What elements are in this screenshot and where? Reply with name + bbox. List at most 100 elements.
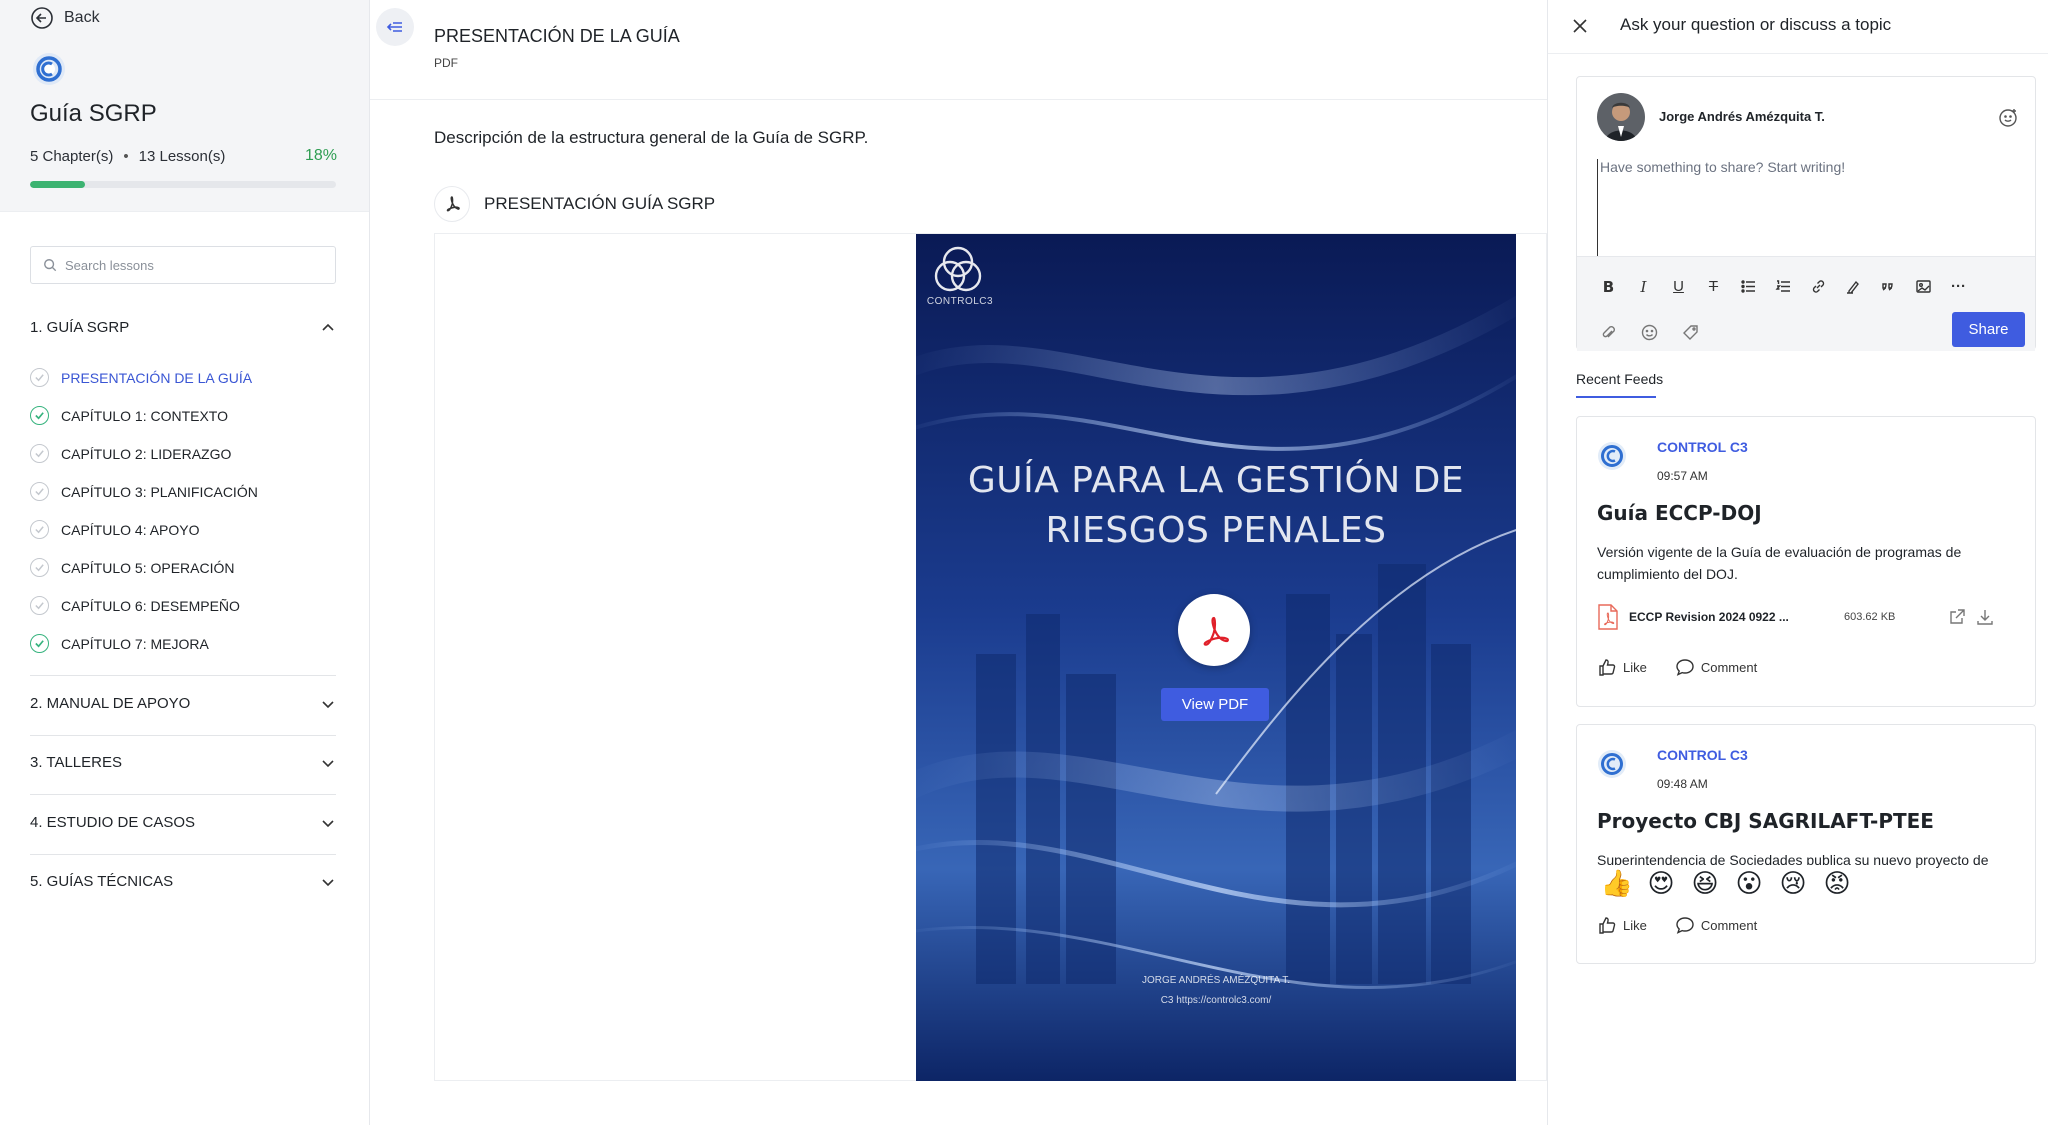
chevron-down-icon	[322, 700, 334, 708]
search-icon	[44, 259, 57, 272]
reaction-wow[interactable]: 😮	[1731, 865, 1767, 901]
chapter-divider	[30, 675, 336, 676]
composer-toolbar: B I U T ··· Share	[1577, 256, 2035, 351]
lesson-status-icon	[30, 520, 49, 539]
lesson-complete-icon	[30, 406, 49, 425]
post-input[interactable]	[1597, 159, 2017, 259]
chapter-3-header[interactable]: 3. TALLERES	[30, 754, 336, 771]
add-reaction-icon[interactable]	[1997, 107, 2019, 129]
bullet-list-icon[interactable]	[1737, 275, 1760, 298]
strikethrough-icon[interactable]: T	[1702, 275, 1725, 298]
lesson-item-capitulo-6[interactable]: CAPÍTULO 6: DESEMPEÑO	[30, 596, 240, 615]
more-icon[interactable]: ···	[1947, 275, 1970, 298]
lesson-description: Descripción de la estructura general de …	[434, 128, 869, 147]
reaction-angry[interactable]: 😡	[1819, 865, 1855, 901]
post-time: 09:48 AM	[1657, 777, 1708, 791]
image-icon[interactable]	[1912, 275, 1935, 298]
download-icon[interactable]	[1975, 607, 1995, 627]
collapse-sidebar-button[interactable]	[376, 8, 414, 46]
format-toolbar: B I U T ···	[1597, 275, 1970, 298]
lesson-item-capitulo-1[interactable]: CAPÍTULO 1: CONTEXTO	[30, 406, 228, 425]
link-icon[interactable]	[1807, 275, 1830, 298]
composer-user-name: Jorge Andrés Amézquita T.	[1659, 109, 1825, 124]
chapter-label: 5. GUÍAS TÉCNICAS	[30, 873, 174, 890]
thumbs-up-icon	[1599, 659, 1616, 676]
lesson-status-icon	[30, 558, 49, 577]
search-lessons-input[interactable]	[65, 257, 315, 273]
comment-label: Comment	[1700, 659, 1758, 675]
course-header: Back Guía SGRP 5 Chapter(s) • 13 Lesson(…	[0, 0, 369, 212]
meta-separator: •	[123, 148, 129, 165]
reaction-sad[interactable]: 😢	[1775, 865, 1811, 901]
chapter-5-header[interactable]: 5. GUÍAS TÉCNICAS	[30, 873, 336, 890]
cover-author-block: JORGE ANDRÉS AMÉZQUITA T. C3 https://con…	[916, 971, 1516, 1011]
comment-icon	[1676, 659, 1694, 676]
chapter-4-header[interactable]: 4. ESTUDIO DE CASOS	[30, 814, 336, 831]
collapse-menu-icon	[386, 22, 402, 32]
lesson-item-capitulo-2[interactable]: CAPÍTULO 2: LIDERAZGO	[30, 444, 231, 463]
panel-header: Ask your question or discuss a topic	[1548, 0, 2048, 54]
reaction-like[interactable]: 👍	[1599, 865, 1635, 901]
cover-brand: CONTROLC3	[926, 296, 994, 307]
chapter-divider	[30, 854, 336, 855]
italic-icon[interactable]: I	[1632, 275, 1655, 298]
tab-recent-feeds[interactable]: Recent Feeds	[1576, 371, 1663, 387]
comment-button[interactable]: Comment	[1675, 915, 1757, 935]
attachment-file-name[interactable]: ECCP Revision 2024 0922 ...	[1629, 610, 1844, 624]
comment-button[interactable]: Comment	[1675, 657, 1757, 677]
emoji-icon[interactable]	[1638, 321, 1661, 344]
share-button[interactable]: Share	[1952, 312, 2025, 347]
arrow-left-circle-icon	[31, 7, 53, 29]
open-pdf-button[interactable]	[1178, 594, 1250, 666]
post-composer: Jorge Andrés Amézquita T. B I U T ···	[1576, 76, 2036, 351]
cover-title: GUÍA PARA LA GESTIÓN DE RIESGOS PENALES	[916, 456, 1516, 556]
view-pdf-button[interactable]: View PDF	[1161, 688, 1269, 721]
chevron-up-icon	[322, 323, 334, 331]
pdf-icon	[434, 186, 470, 222]
lesson-label: CAPÍTULO 2: LIDERAZGO	[61, 445, 232, 462]
cover-title-line-2: RIESGOS PENALES	[1045, 510, 1387, 551]
chapter-1-header[interactable]: 1. GUÍA SGRP	[30, 319, 336, 336]
chapter-divider	[30, 794, 336, 795]
lesson-item-capitulo-4[interactable]: CAPÍTULO 4: APOYO	[30, 520, 200, 539]
lesson-title: PRESENTACIÓN DE LA GUÍA	[434, 26, 680, 46]
lesson-status-icon	[30, 444, 49, 463]
back-button[interactable]: Back	[30, 6, 100, 30]
cover-title-line-1: GUÍA PARA LA GESTIÓN DE	[967, 460, 1465, 501]
underline-icon[interactable]: U	[1667, 275, 1690, 298]
lesson-label: CAPÍTULO 1: CONTEXTO	[61, 407, 228, 424]
attachment-icon[interactable]	[1597, 321, 1620, 344]
open-external-icon[interactable]	[1947, 607, 1967, 627]
lesson-item-capitulo-7[interactable]: CAPÍTULO 7: MEJORA	[30, 634, 209, 653]
numbered-list-icon[interactable]	[1772, 275, 1795, 298]
feed-post: CONTROL C3 09:48 AM Proyecto CBJ SAGRILA…	[1576, 724, 2036, 964]
lessons-count: 13 Lesson(s)	[138, 148, 226, 165]
chapter-label: 4. ESTUDIO DE CASOS	[30, 814, 196, 831]
thumbs-up-icon	[1599, 917, 1616, 934]
like-button[interactable]: Like	[1597, 915, 1647, 935]
lesson-item-presentacion[interactable]: PRESENTACIÓN DE LA GUÍA	[30, 368, 252, 387]
control-c3-logo-icon	[1598, 750, 1626, 778]
post-actions: Like Comment	[1597, 915, 1757, 935]
chapter-2-header[interactable]: 2. MANUAL DE APOYO	[30, 695, 336, 712]
highlight-icon[interactable]	[1842, 275, 1865, 298]
reaction-laugh[interactable]: 😆	[1687, 865, 1723, 901]
bold-icon[interactable]: B	[1597, 275, 1620, 298]
post-title: Guía ECCP-DOJ	[1597, 501, 1762, 525]
tag-icon[interactable]	[1679, 321, 1702, 344]
close-icon[interactable]	[1568, 14, 1592, 38]
lesson-item-capitulo-3[interactable]: CAPÍTULO 3: PLANIFICACIÓN	[30, 482, 258, 501]
chevron-down-icon	[322, 819, 334, 827]
lesson-complete-icon	[30, 634, 49, 653]
post-author[interactable]: CONTROL C3	[1657, 747, 1748, 763]
reaction-love[interactable]: 😍	[1643, 865, 1679, 901]
like-button[interactable]: Like	[1597, 657, 1647, 677]
chevron-down-icon	[322, 759, 334, 767]
lesson-content: PRESENTACIÓN DE LA GUÍA PDF Descripción …	[370, 0, 1547, 1125]
lesson-item-capitulo-5[interactable]: CAPÍTULO 5: OPERACIÓN	[30, 558, 234, 577]
post-time: 09:57 AM	[1657, 469, 1708, 483]
like-label: Like	[1623, 917, 1647, 933]
post-author[interactable]: CONTROL C3	[1657, 439, 1748, 455]
quote-icon[interactable]	[1877, 275, 1900, 298]
comment-icon	[1676, 917, 1694, 934]
